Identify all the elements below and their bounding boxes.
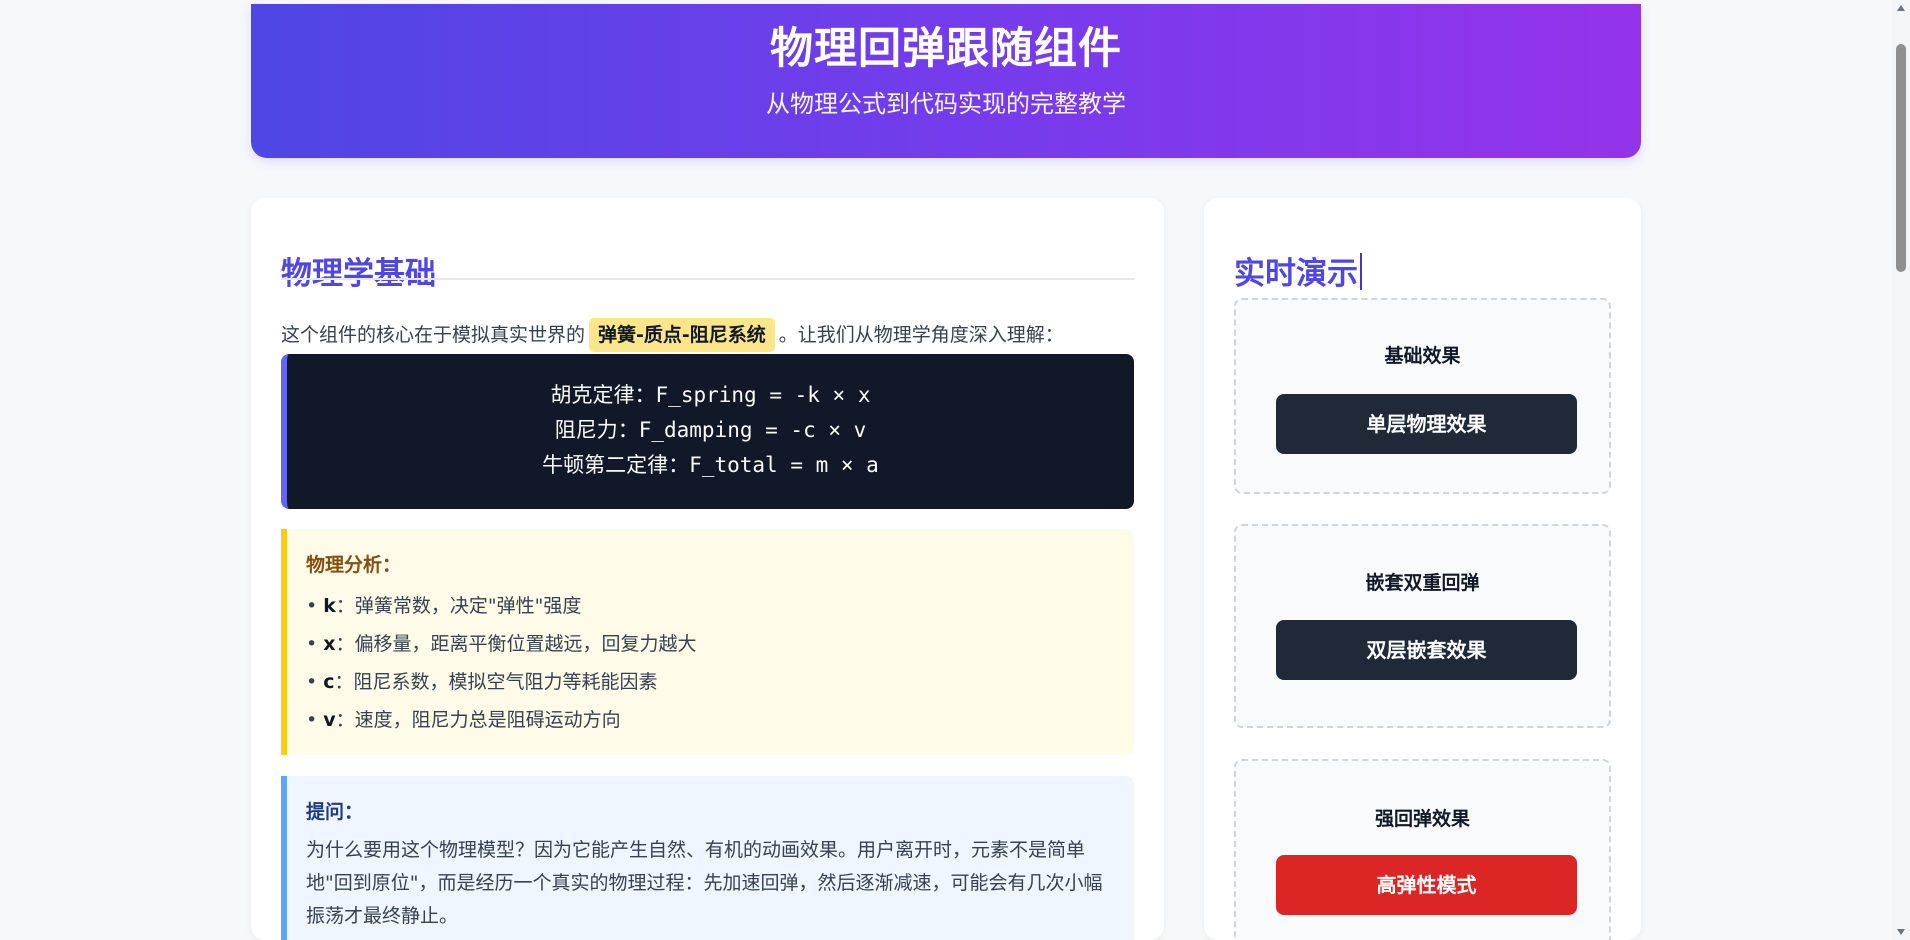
bullet-marker: • [306,709,324,731]
physics-analysis-title: 物理分析： [306,554,402,576]
question-answer-text: 为什么要用这个物理模型？因为它能产生自然、有机的动画效果。用户离开时，元素不是简… [306,839,1103,927]
question-title: 提问： [306,801,364,823]
physics-intro: 这个组件的核心在于模拟真实世界的 弹簧-质点-阻尼系统 。让我们从物理学角度深入理解… [281,318,1134,352]
variable-v-description: ：速度，阻尼力总是阻碍运动方向 [335,709,621,731]
variable-c: c [323,671,335,693]
analysis-item-c: • c：阻尼系数，模拟空气阻力等耗能因素 [306,663,1134,701]
variable-x: x [323,633,336,655]
hero-banner: 物理回弹跟随组件 从物理公式到代码实现的完整教学 [251,4,1641,158]
live-demo-card: 实时演示 基础效果 单层物理效果 嵌套双重回弹 双层嵌套效果 强回弹效果 高弹性… [1204,198,1641,940]
physics-foundation-card: 物理学基础 这个组件的核心在于模拟真实世界的 弹簧-质点-阻尼系统 。让我们从物理学… [251,198,1164,940]
text-cursor [1360,252,1362,290]
strong-bounce-label: 强回弹效果 [1374,808,1470,830]
bullet-marker: • [306,595,324,617]
double-nested-effect-button[interactable]: 双层嵌套效果 [1276,620,1577,680]
spring-mass-damper-highlight: 弹簧-质点-阻尼系统 [589,318,775,352]
variable-k-description: ：弹簧常数，决定"弹性"强度 [335,595,582,617]
strong-bounce-demo: 强回弹效果 高弹性模式 [1234,759,1611,940]
scroll-down-arrow-icon[interactable] [1897,929,1905,935]
analysis-item-k: • k：弹簧常数，决定"弹性"强度 [306,587,1134,625]
newton-second-law-formula: 牛顿第二定律：F_total = m × a [542,453,879,477]
physics-section-title: 物理学基础 [281,255,436,292]
variable-x-description: ：偏移量，距离平衡位置越远，回复力越大 [335,633,697,655]
variable-c-description: ：阻尼系数，模拟空气阻力等耗能因素 [334,671,658,693]
browser-viewport: 物理回弹跟随组件 从物理公式到代码实现的完整教学 物理学基础 这个组件的核心在于… [0,0,1910,940]
analysis-item-x: • x：偏移量，距离平衡位置越远，回复力越大 [306,625,1134,663]
live-demo-title-text: 实时演示 [1234,255,1358,292]
page-subtitle: 从物理公式到代码实现的完整教学 [766,90,1126,118]
bullet-marker: • [306,633,324,655]
bullet-marker: • [306,671,324,693]
hooke-law-formula: 胡克定律：F_spring = -k × x [550,383,871,407]
analysis-item-v: • v：速度，阻尼力总是阻碍运动方向 [306,701,1134,739]
scroll-up-arrow-icon[interactable] [1897,5,1905,11]
live-demo-title: 实时演示 [1234,252,1362,296]
scrollbar-thumb[interactable] [1896,44,1906,272]
damping-force-formula: 阻尼力：F_damping = -c × v [554,418,867,442]
section-title-divider [281,278,1134,280]
basic-effect-demo: 基础效果 单层物理效果 [1234,298,1611,494]
physics-formula-code-block: 胡克定律：F_spring = -k × x 阻尼力：F_damping = -… [281,354,1134,509]
single-layer-physics-button[interactable]: 单层物理效果 [1276,394,1577,454]
intro-text-before: 这个组件的核心在于模拟真实世界的 [281,324,586,346]
nested-double-bounce-label: 嵌套双重回弹 [1365,572,1480,594]
physics-analysis-box: 物理分析： • k：弹簧常数，决定"弹性"强度 • x：偏移量，距离平衡位置越远… [281,529,1134,755]
page-title: 物理回弹跟随组件 [770,24,1122,74]
variable-k: k [323,595,336,617]
nested-double-bounce-demo: 嵌套双重回弹 双层嵌套效果 [1234,524,1611,728]
basic-effect-label: 基础效果 [1384,345,1461,367]
vertical-scrollbar[interactable] [1892,0,1910,940]
high-elasticity-mode-button[interactable]: 高弹性模式 [1276,855,1577,915]
variable-v: v [323,709,336,731]
intro-text-after: 。让我们从物理学角度深入理解： [778,324,1064,346]
physics-question-box: 提问： 为什么要用这个物理模型？因为它能产生自然、有机的动画效果。用户离开时，元… [281,776,1134,940]
